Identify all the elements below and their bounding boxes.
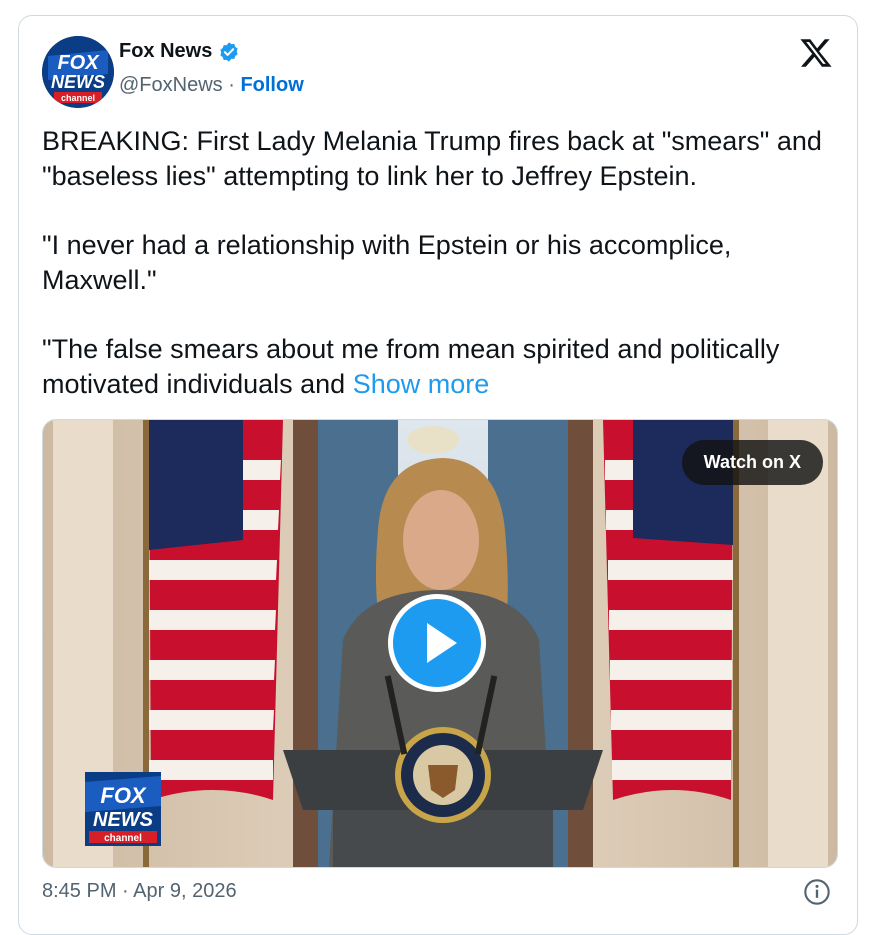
avatar[interactable]: FOX NEWS channel — [42, 36, 114, 108]
verified-badge-icon — [220, 41, 238, 62]
tweet-card: FOX NEWS channel Fox News @FoxNews · Fol… — [18, 15, 858, 935]
bug-logo-line1: FOX — [100, 783, 147, 808]
bug-logo-line3: channel — [104, 833, 142, 844]
tweet-paragraph-1: BREAKING: First Lady Melania Trump fires… — [42, 126, 822, 191]
play-icon — [427, 623, 457, 663]
avatar-logo-line2: NEWS — [51, 72, 105, 92]
tweet-paragraph-2: "I never had a relationship with Epstein… — [42, 230, 732, 295]
author-handle-row: @FoxNews · Follow — [119, 74, 304, 97]
video-player[interactable]: Watch on X FOX NEWS channel — [42, 419, 838, 868]
handle-separator: · — [222, 74, 241, 96]
x-logo-icon[interactable] — [799, 36, 833, 70]
tweet-paragraph-3: "The false smears about me from mean spi… — [42, 332, 842, 402]
avatar-logo-line3: channel — [61, 93, 95, 103]
tweet-timestamp[interactable]: 8:45 PM · Apr 9, 2026 — [42, 880, 237, 903]
show-more-link[interactable]: Show more — [353, 369, 490, 399]
author-name[interactable]: Fox News — [119, 40, 212, 63]
avatar-logo-line1: FOX — [57, 52, 100, 74]
fox-news-logo: FOX NEWS channel — [42, 36, 114, 108]
bug-logo-line2: NEWS — [93, 809, 154, 831]
tweet-text: BREAKING: First Lady Melania Trump fires… — [42, 124, 842, 436]
info-icon[interactable] — [803, 878, 831, 906]
follow-button[interactable]: Follow — [240, 74, 303, 96]
author-name-row: Fox News — [119, 40, 240, 63]
play-button[interactable] — [388, 594, 486, 692]
author-handle[interactable]: @FoxNews — [119, 74, 223, 96]
fox-news-channel-bug-logo: FOX NEWS channel — [85, 772, 161, 846]
watch-on-x-button[interactable]: Watch on X — [681, 440, 823, 485]
